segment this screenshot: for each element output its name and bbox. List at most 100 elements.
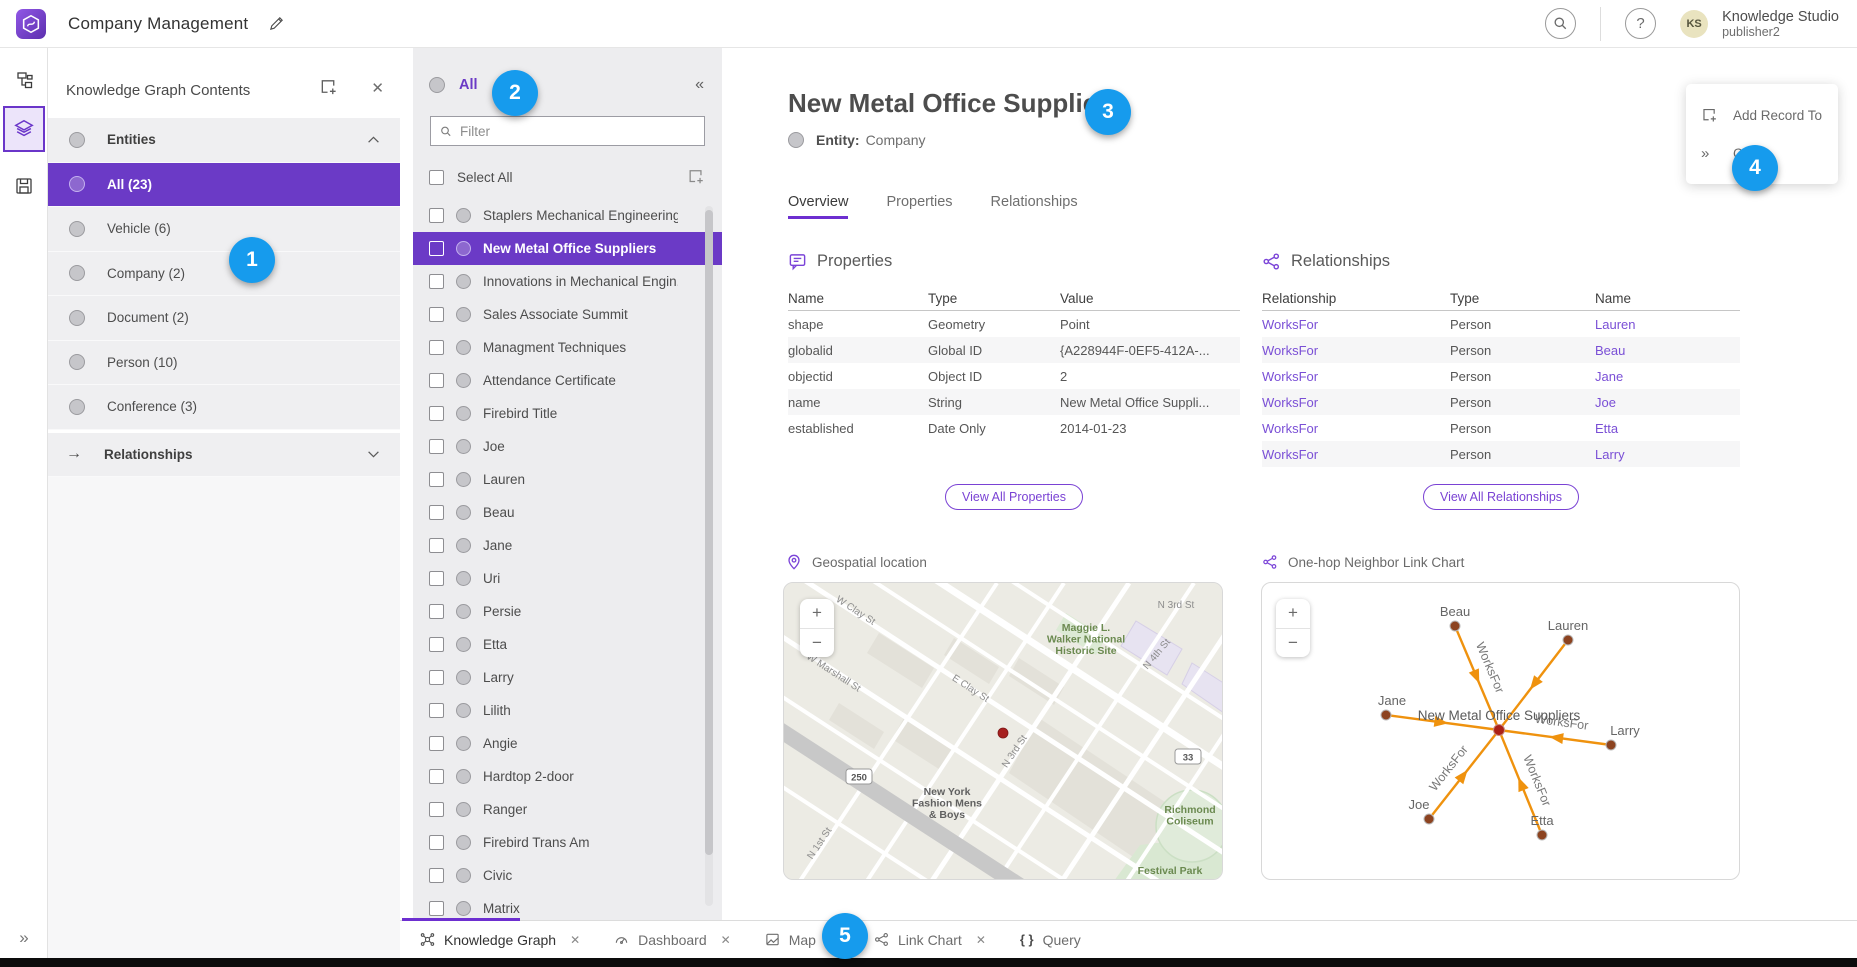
zoom-out-button[interactable]: −: [1276, 629, 1310, 658]
record-link[interactable]: Larry: [1595, 447, 1740, 462]
record-list-item[interactable]: Innovations in Mechanical Engin...: [413, 265, 722, 298]
relationship-link[interactable]: WorksFor: [1262, 343, 1450, 358]
record-list-item[interactable]: Joe: [413, 430, 722, 463]
record-list-item[interactable]: Ranger: [413, 793, 722, 826]
record-checkbox[interactable]: [429, 901, 444, 916]
record-link[interactable]: Joe: [1595, 395, 1740, 410]
menu-item-add-record-to[interactable]: Add Record To: [1686, 96, 1838, 134]
close-tab-icon[interactable]: ✕: [570, 933, 580, 947]
scrollbar-track[interactable]: [705, 206, 713, 906]
record-checkbox[interactable]: [429, 406, 444, 421]
record-list-item[interactable]: Jane: [413, 529, 722, 562]
search-button[interactable]: [1545, 8, 1576, 39]
filter-input[interactable]: [460, 124, 695, 139]
zoom-in-button[interactable]: +: [800, 599, 834, 629]
one-hop-link-chart[interactable]: WorksForWorksForWorksForWorksForBeauLaur…: [1261, 582, 1740, 880]
zoom-out-button[interactable]: −: [800, 629, 834, 658]
avatar[interactable]: KS: [1680, 10, 1708, 38]
record-list-item[interactable]: Attendance Certificate: [413, 364, 722, 397]
edit-title-icon[interactable]: [268, 15, 285, 32]
scrollbar-thumb[interactable]: [705, 210, 713, 855]
record-list-item[interactable]: Civic: [413, 859, 722, 892]
entity-filter-row[interactable]: Company (2): [48, 252, 400, 297]
tab-properties[interactable]: Properties: [886, 194, 952, 219]
entity-filter-row[interactable]: Conference (3): [48, 385, 400, 430]
user-block[interactable]: Knowledge Studio publisher2: [1722, 9, 1839, 39]
add-record-icon[interactable]: [319, 78, 338, 102]
relationship-link[interactable]: WorksFor: [1262, 447, 1450, 462]
relationship-link[interactable]: WorksFor: [1262, 317, 1450, 332]
tab-knowledge-graph[interactable]: Knowledge Graph ✕: [410, 932, 590, 948]
record-list-item[interactable]: Lauren: [413, 463, 722, 496]
geospatial-map[interactable]: W Clay StW Marshall StE Clay StN 3rd StN…: [783, 582, 1223, 880]
close-tab-icon[interactable]: ✕: [976, 933, 986, 947]
record-checkbox[interactable]: [429, 538, 444, 553]
record-link[interactable]: Etta: [1595, 421, 1740, 436]
record-checkbox[interactable]: [429, 637, 444, 652]
record-list-item[interactable]: Angie: [413, 727, 722, 760]
record-checkbox[interactable]: [429, 472, 444, 487]
record-list-item[interactable]: Larry: [413, 661, 722, 694]
link-chart-canvas[interactable]: WorksForWorksForWorksForWorksForBeauLaur…: [1262, 583, 1740, 880]
record-checkbox[interactable]: [429, 835, 444, 850]
entities-group-header[interactable]: Entities: [48, 118, 400, 163]
save-icon[interactable]: [0, 166, 48, 206]
map-canvas[interactable]: W Clay StW Marshall StE Clay StN 3rd StN…: [784, 583, 1223, 880]
relationship-link[interactable]: WorksFor: [1262, 369, 1450, 384]
record-list-item[interactable]: Lilith: [413, 694, 722, 727]
record-checkbox[interactable]: [429, 670, 444, 685]
record-list-item[interactable]: Etta: [413, 628, 722, 661]
layers-icon[interactable]: [3, 106, 45, 152]
record-checkbox[interactable]: [429, 769, 444, 784]
record-link[interactable]: Jane: [1595, 369, 1740, 384]
record-checkbox[interactable]: [429, 868, 444, 883]
view-all-relationships-button[interactable]: View All Relationships: [1423, 484, 1579, 510]
entity-filter-row[interactable]: Document (2): [48, 296, 400, 341]
record-list-item[interactable]: Hardtop 2-door: [413, 760, 722, 793]
close-tab-icon[interactable]: ✕: [721, 933, 731, 947]
expand-rail-icon[interactable]: »: [0, 928, 48, 948]
entity-filter-row[interactable]: All (23): [48, 163, 400, 208]
record-checkbox[interactable]: [429, 703, 444, 718]
add-record-icon[interactable]: [687, 168, 705, 186]
record-link[interactable]: Beau: [1595, 343, 1740, 358]
record-link[interactable]: Lauren: [1595, 317, 1740, 332]
tab-link-chart[interactable]: Link Chart ✕: [864, 932, 996, 948]
record-checkbox[interactable]: [429, 505, 444, 520]
record-checkbox[interactable]: [429, 340, 444, 355]
select-all-checkbox[interactable]: [429, 170, 444, 185]
tab-overview[interactable]: Overview: [788, 194, 848, 219]
record-list-item[interactable]: New Metal Office Suppliers: [413, 232, 722, 265]
record-checkbox[interactable]: [429, 274, 444, 289]
record-list-item[interactable]: Matrix: [413, 892, 722, 920]
record-list-item[interactable]: Sales Associate Summit: [413, 298, 722, 331]
tab-query[interactable]: { } Query: [1010, 932, 1091, 948]
record-list-item[interactable]: Firebird Trans Am: [413, 826, 722, 859]
view-all-properties-button[interactable]: View All Properties: [945, 484, 1083, 510]
help-button[interactable]: ?: [1625, 8, 1656, 39]
record-checkbox[interactable]: [429, 241, 444, 256]
record-checkbox[interactable]: [429, 373, 444, 388]
app-logo-icon[interactable]: [16, 9, 46, 39]
tab-dashboard[interactable]: Dashboard ✕: [604, 932, 741, 948]
record-checkbox[interactable]: [429, 439, 444, 454]
collapse-panel-icon[interactable]: «: [695, 76, 704, 94]
record-checkbox[interactable]: [429, 802, 444, 817]
relationships-group-header[interactable]: → Relationships: [48, 433, 400, 478]
close-panel-icon[interactable]: ✕: [371, 79, 384, 97]
zoom-in-button[interactable]: +: [1276, 599, 1310, 629]
record-checkbox[interactable]: [429, 307, 444, 322]
relationship-link[interactable]: WorksFor: [1262, 421, 1450, 436]
record-list-item[interactable]: Firebird Title: [413, 397, 722, 430]
record-list-item[interactable]: Beau: [413, 496, 722, 529]
data-model-icon[interactable]: [0, 60, 48, 100]
entity-filter-row[interactable]: Person (10): [48, 341, 400, 386]
record-list-item[interactable]: Staplers Mechanical Engineering: [413, 199, 722, 232]
record-checkbox[interactable]: [429, 604, 444, 619]
record-checkbox[interactable]: [429, 208, 444, 223]
record-checkbox[interactable]: [429, 736, 444, 751]
relationship-link[interactable]: WorksFor: [1262, 395, 1450, 410]
record-list-item[interactable]: Managment Techniques: [413, 331, 722, 364]
record-list-item[interactable]: Uri: [413, 562, 722, 595]
record-list-item[interactable]: Persie: [413, 595, 722, 628]
